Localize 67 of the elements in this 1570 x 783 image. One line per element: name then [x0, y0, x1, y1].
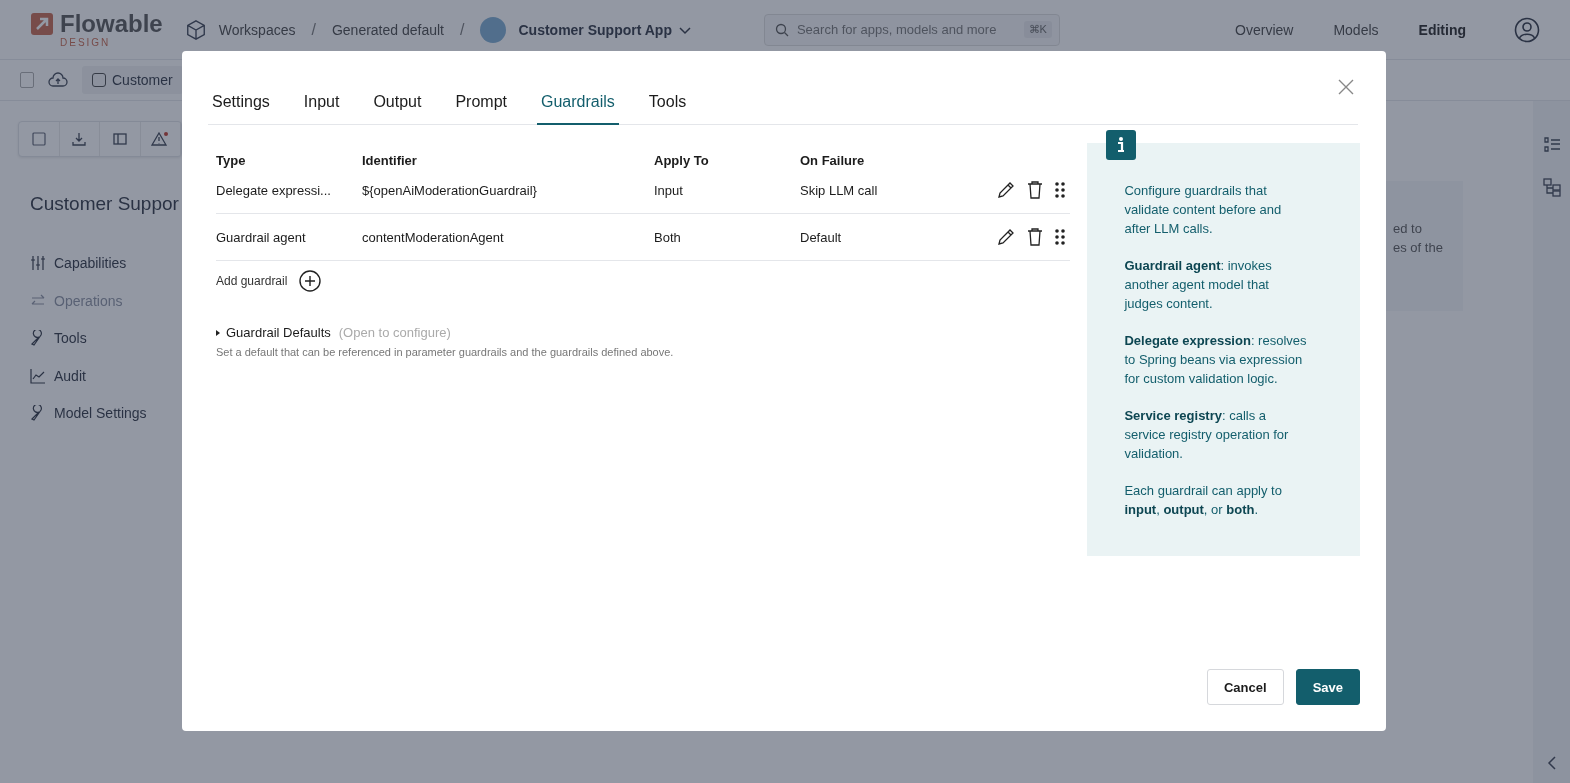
info-text: Each guardrail can apply to input, output, or both.: [1124, 482, 1283, 519]
logo-subtitle: DESIGN: [60, 37, 112, 48]
info-text: Guardrail agent: invokes another agent model that judges content.: [1124, 257, 1273, 313]
card-text: ed to: [1393, 220, 1422, 238]
cloud-upload-icon[interactable]: [48, 72, 68, 88]
nav-link[interactable]: Overview: [1235, 21, 1294, 38]
save-button[interactable]: Save: [1295, 669, 1360, 705]
defaults-toggle[interactable]: Guardrail Defaults: [216, 325, 331, 340]
info-icon: [1106, 130, 1137, 160]
drag-handle-icon[interactable]: [1054, 181, 1066, 199]
tab[interactable]: Settings: [208, 87, 274, 125]
tab[interactable]: Tools: [644, 87, 691, 125]
app-avatar: [480, 16, 507, 43]
sliders-icon: [30, 255, 46, 271]
logo-icon: [30, 11, 54, 36]
table-cell: Delegate expressi...: [216, 167, 362, 214]
sidebar-item[interactable]: Audit: [30, 367, 182, 384]
breadcrumb-link[interactable]: Generated default: [331, 21, 444, 38]
info-text: Configure guardrails that validate content before and after LLM calls.: [1124, 182, 1283, 238]
list-icon[interactable]: [1541, 135, 1562, 155]
table-cell: Input: [654, 167, 800, 214]
column-header: Apply To: [654, 153, 710, 170]
nav-link[interactable]: Editing: [1418, 21, 1466, 38]
tab[interactable]: Output: [369, 87, 426, 125]
info-text: Delegate expression: resolves to Spring beans via expression for custom validation logic.: [1124, 332, 1308, 388]
sidebar-item[interactable]: Capabilities: [30, 255, 182, 271]
delete-icon[interactable]: [1026, 180, 1044, 200]
cancel-button[interactable]: Cancel: [1207, 669, 1284, 705]
sidebar-item[interactable]: Model Settings: [30, 405, 182, 421]
nav-link[interactable]: Models: [1333, 21, 1379, 38]
app-switcher[interactable]: Customer Support App: [518, 21, 692, 38]
breadcrumb-separator: /: [460, 20, 465, 39]
card-text: es of the: [1393, 239, 1443, 257]
add-label: Add guardrail: [216, 274, 288, 288]
table-cell: Both: [654, 214, 800, 261]
table-cell: Skip LLM call: [800, 167, 968, 214]
hierarchy-icon[interactable]: [1541, 177, 1562, 197]
edit-icon[interactable]: [996, 227, 1016, 247]
info-text: Service registry: calls a service registry operation for validation.: [1124, 407, 1290, 463]
table-cell: Default: [800, 214, 968, 261]
logo-name: Flowable: [60, 11, 163, 36]
defaults-description: Set a default that can be referenced in parameter guardrails and the guardrails defined above.: [216, 346, 675, 358]
table-cell: ${openAiModerationGuardrail}: [362, 167, 654, 214]
delete-icon[interactable]: [1026, 227, 1044, 247]
page-title: Customer Suppor: [30, 193, 180, 215]
close-button[interactable]: [1336, 77, 1356, 97]
tab[interactable]: Prompt: [451, 87, 511, 125]
defaults-hint: (Open to configure): [338, 325, 451, 340]
file-tab[interactable]: Customer: [82, 66, 183, 94]
table-cell: Guardrail agent: [216, 214, 362, 261]
tab[interactable]: Guardrails: [537, 87, 619, 125]
breadcrumb-separator: /: [311, 20, 316, 39]
column-header: Type: [216, 153, 247, 170]
drag-handle-icon[interactable]: [1054, 228, 1066, 246]
edit-icon[interactable]: [996, 180, 1016, 200]
sidebar-item[interactable]: Tools: [30, 330, 182, 346]
user-icon[interactable]: [1514, 16, 1540, 43]
chevron-left-icon[interactable]: [1545, 755, 1558, 771]
tab[interactable]: Input: [299, 87, 344, 125]
column-header: On Failure: [800, 153, 866, 170]
add-icon[interactable]: [299, 270, 322, 292]
column-header: Identifier: [362, 153, 418, 170]
breadcrumb-link[interactable]: Workspaces: [218, 21, 296, 38]
search-icon: [774, 22, 789, 37]
table-cell: contentModerationAgent: [362, 214, 654, 261]
cube-icon: [184, 18, 207, 41]
chart-icon: [30, 367, 46, 384]
